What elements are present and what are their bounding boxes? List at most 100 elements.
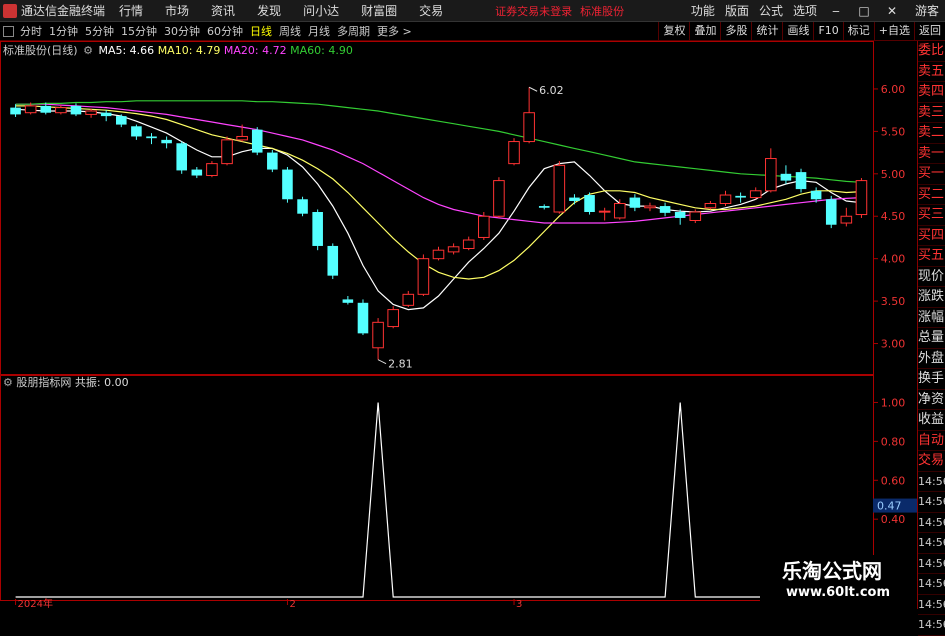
side-panel-item: 14:56 <box>918 595 945 615</box>
candle-body-up <box>55 107 67 114</box>
side-panel-item: 卖一 <box>918 144 945 164</box>
x-tick-label: 3 <box>516 599 522 609</box>
candle-body-down <box>312 212 323 246</box>
back-button[interactable]: 返回 <box>914 22 945 40</box>
ma5-label: MA5: 4.66 <box>98 44 155 57</box>
menu-shichang[interactable]: 市场 <box>165 2 189 19</box>
candle-body-down <box>795 172 807 190</box>
side-panel-item: 自动 <box>918 431 945 451</box>
candle-body-up <box>447 246 460 253</box>
menu-xuanxiang[interactable]: 选项 <box>793 2 817 19</box>
candle-body-down <box>584 195 595 212</box>
candle-body-down <box>146 136 157 139</box>
candle-body-down <box>131 126 142 137</box>
guest-user[interactable]: 游客 <box>915 2 939 19</box>
period-30min[interactable]: 30分钟 <box>164 23 200 39</box>
menu-jiaoyi[interactable]: 交易 <box>419 2 443 19</box>
ma60-label: MA60: 4.90 <box>290 44 353 57</box>
candle-body-down <box>40 105 52 113</box>
mark-button[interactable]: 标记 <box>842 22 874 40</box>
y-tick-label: 6.00 <box>881 83 906 96</box>
x-tick-label: 2 <box>289 599 295 609</box>
side-panel-item: 14:56 <box>918 492 945 513</box>
candle-body-up <box>462 239 475 249</box>
menu-caifuquan[interactable]: 财富圈 <box>361 2 397 19</box>
candle-body-up <box>719 194 732 205</box>
side-panel-item: 买二 <box>918 185 945 205</box>
candle-body-up <box>402 293 415 306</box>
x-tick-label: 2024年 <box>18 597 53 609</box>
side-panel-item: 买五 <box>918 246 945 267</box>
panel-toggle-icon[interactable] <box>3 25 14 37</box>
draw-line-button[interactable]: 画线 <box>782 22 813 40</box>
candle-body-down <box>357 302 369 334</box>
sub-indicator-title: 股朋指标网 <box>16 376 72 389</box>
side-panel-item: 涨跌 <box>918 287 945 308</box>
menu-gongshi[interactable]: 公式 <box>759 2 783 19</box>
menu-wenxiaoda[interactable]: 问小达 <box>303 2 339 19</box>
menu-faxian[interactable]: 发现 <box>257 2 281 19</box>
settings-gear-icon[interactable]: ⚙ <box>83 44 93 57</box>
stats-button[interactable]: 统计 <box>751 22 782 40</box>
side-panel-item: 卖三 <box>918 103 945 123</box>
maximize-button[interactable]: □ <box>855 4 873 18</box>
candle-body-down <box>538 206 550 208</box>
period-60min[interactable]: 60分钟 <box>207 23 243 39</box>
annotation-label: 2.81 <box>388 358 413 371</box>
resonance-line <box>15 402 862 598</box>
f10-button[interactable]: F10 <box>813 22 842 40</box>
menu-gongneng[interactable]: 功能 <box>691 2 715 19</box>
period-monthly[interactable]: 月线 <box>308 23 330 39</box>
period-daily[interactable]: 日线 <box>250 23 272 39</box>
side-panel-item: 换手 <box>918 369 945 390</box>
y-tick-label: 3.00 <box>881 338 906 351</box>
candle-body-up <box>24 105 37 114</box>
candle-body-up <box>221 139 233 165</box>
candle-body-down <box>327 245 339 276</box>
menu-hangqing[interactable]: 行情 <box>119 2 143 19</box>
side-panel-item: 14:56 <box>918 574 945 595</box>
kline-chart[interactable]: 3.00 3.50 4.00 4.50 5.00 5.50 6.00 0.40 0.60 0.8… <box>0 41 917 609</box>
y-tick-label: 5.50 <box>881 125 906 138</box>
period-more[interactable]: 更多 > <box>377 23 412 39</box>
app-logo-icon <box>3 3 17 18</box>
add-watchlist-button[interactable]: +自选 <box>873 22 914 40</box>
period-5min[interactable]: 5分钟 <box>85 23 114 39</box>
candle-body-up <box>387 309 399 328</box>
watermark-title: 乐淘公式网 <box>782 559 882 583</box>
restore-rights-button[interactable]: 复权 <box>658 22 689 40</box>
overlay-button[interactable]: 叠加 <box>689 22 720 40</box>
side-panel-item: 现价 <box>918 267 945 287</box>
ma20-label: MA20: 4.72 <box>223 44 287 57</box>
sub-settings-gear-icon[interactable]: ⚙ <box>3 376 13 389</box>
side-panel-item: 14:56 <box>918 615 945 636</box>
candle-body-up <box>372 321 384 349</box>
menu-banmian[interactable]: 版面 <box>725 2 749 19</box>
ma-line-ma60 <box>15 100 862 183</box>
menu-zixun[interactable]: 资讯 <box>211 2 235 19</box>
candle-body-down <box>735 195 746 198</box>
candle-body-down <box>70 105 82 115</box>
menu-bar: 通达信金融终端 行情 市场 资讯 发现 问小达 财富圈 交易 证券交易未登录 标… <box>0 0 945 22</box>
ma-line-ma5 <box>15 108 862 311</box>
close-button[interactable]: ✕ <box>883 4 901 18</box>
period-1min[interactable]: 1分钟 <box>49 23 78 39</box>
y-tick-label: 4.50 <box>881 210 906 223</box>
candle-body-down <box>267 152 278 170</box>
period-15min[interactable]: 15分钟 <box>121 23 157 39</box>
candle-body-up <box>613 203 626 219</box>
site-watermark: 乐淘公式网 www.60lt.com <box>760 555 917 609</box>
sub-y-tick-label: 0.40 <box>881 513 906 526</box>
period-fenshi[interactable]: 分时 <box>20 23 42 39</box>
period-multi[interactable]: 多周期 <box>337 23 370 39</box>
candle-body-down <box>569 197 580 201</box>
candle-body-up <box>508 141 520 165</box>
multi-stock-button[interactable]: 多股 <box>720 22 751 40</box>
sub-y-tick-label: 1.00 <box>881 396 906 409</box>
trade-login-warning[interactable]: 证券交易未登录 <box>495 3 572 19</box>
app-title: 通达信金融终端 <box>21 4 106 18</box>
side-panel-item: 交易 <box>918 451 945 472</box>
side-panel-item: 总量 <box>918 328 945 349</box>
minimize-button[interactable]: ‒ <box>827 4 845 18</box>
period-weekly[interactable]: 周线 <box>279 23 301 39</box>
